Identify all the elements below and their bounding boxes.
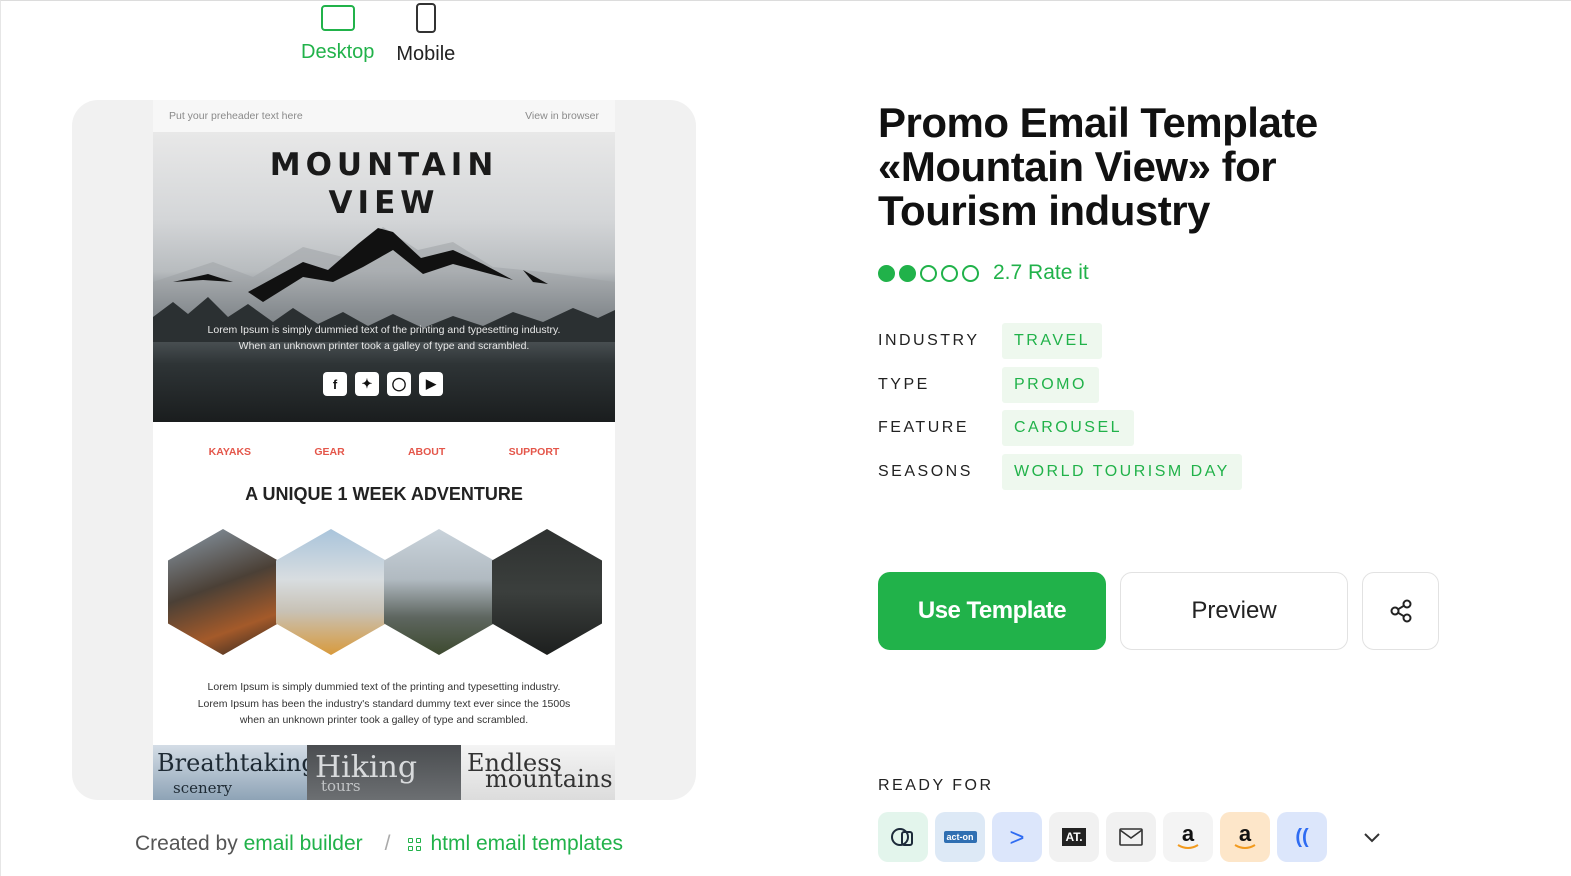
rating-dot-1[interactable] [878, 264, 895, 282]
body-text: Lorem Ipsum is simply dummied text of th… [153, 679, 615, 729]
esp-list: act-on > AT. a a (( [878, 812, 1382, 862]
banner-hiking: Hiking tours [307, 745, 461, 800]
hex-image-mug [492, 529, 602, 655]
hex-image-tent [276, 529, 386, 655]
amazon-ses-text: a [1238, 821, 1252, 846]
property-key: FEATURE [878, 419, 969, 436]
hero-title-line1: MOUNTAIN [269, 147, 499, 183]
created-by-label: Created by [135, 832, 238, 855]
rating-text[interactable]: 2.7 Rate it [993, 261, 1089, 285]
property-tag[interactable]: PROMO [1002, 366, 1099, 403]
at-text: AT. [1062, 828, 1086, 846]
property-seasons: SEASONS WORLD TOURISM DAY [878, 453, 1242, 490]
property-tag[interactable]: TRAVEL [1002, 323, 1103, 359]
act-on-icon[interactable]: act-on [935, 812, 985, 862]
instagram-icon: ◯ [387, 372, 411, 396]
property-key: INDUSTRY [878, 332, 980, 349]
property-tag[interactable]: CAROUSEL [1002, 410, 1135, 446]
title-line2: «Mountain View» for [878, 143, 1277, 190]
property-type: TYPE PROMO [878, 366, 1242, 403]
hero-title-line2: VIEW [328, 185, 440, 221]
signal-icon[interactable]: (( [1277, 812, 1327, 862]
banner-breathtaking: Breathtaking scenery [153, 745, 307, 800]
menu-item-kayaks: KAYAKS [208, 446, 252, 458]
body-line2: Lorem Ipsum has been the industry's stan… [197, 697, 571, 710]
social-icons: f ✦ ◯ ▶ [323, 372, 443, 396]
act-on-text: act-on [943, 831, 977, 843]
banner-2-subtitle: tours [321, 777, 361, 795]
banner-1-subtitle: scenery [173, 779, 233, 797]
property-tag[interactable]: WORLD TOURISM DAY [1002, 453, 1242, 490]
hex-image-hiker [384, 529, 494, 655]
hero-text-line1: Lorem Ipsum is simply dummied text of th… [207, 324, 561, 336]
rating-dot-4[interactable] [941, 264, 958, 282]
hero-text-line2: When an unknown printer took a galley of… [238, 340, 530, 352]
rating-dot-5[interactable] [962, 264, 979, 282]
carousel-banners: Breathtaking scenery Hiking tours Endles… [153, 745, 615, 800]
rating: 2.7 Rate it [878, 261, 1089, 285]
preheader: Put your preheader text here View in bro… [153, 100, 615, 132]
use-template-button[interactable]: Use Template [878, 572, 1106, 650]
desktop-label: Desktop [301, 41, 375, 63]
twitter-icon: ✦ [355, 372, 379, 396]
mail-icon[interactable] [1106, 812, 1156, 862]
actions: Use Template Preview [878, 572, 1439, 650]
chevron-down-icon[interactable] [1362, 827, 1382, 847]
template-preview-card: Put your preheader text here View in bro… [72, 100, 696, 800]
email-preview[interactable]: Put your preheader text here View in bro… [153, 100, 615, 800]
hexagon-gallery [153, 529, 615, 657]
at-icon[interactable]: AT. [1049, 812, 1099, 862]
rating-dot-3[interactable] [920, 264, 937, 282]
share-button[interactable] [1362, 572, 1439, 650]
banner-3-title-line2: mountains [485, 765, 613, 793]
view-switch: Desktop Mobile [301, 1, 455, 66]
mobile-label: Mobile [396, 43, 456, 65]
amazon-icon[interactable]: a [1163, 812, 1213, 862]
banner-endless: Endless mountains [461, 745, 615, 800]
body-line1: Lorem Ipsum is simply dummied text of th… [207, 681, 561, 693]
hero-banner: MOUNTAIN VIEW Lorem Ipsum is simply dumm… [153, 132, 615, 422]
template-properties: INDUSTRY TRAVEL TYPE PROMO FEATURE CAROU… [878, 323, 1242, 497]
mobile-icon [415, 3, 436, 33]
property-key: SEASONS [878, 462, 973, 480]
property-industry: INDUSTRY TRAVEL [878, 323, 1242, 359]
menu-item-support: SUPPORT [508, 446, 560, 458]
email-menu: KAYAKS GEAR ABOUT SUPPORT [153, 446, 615, 458]
title-line3: Tourism industry [878, 187, 1210, 234]
preview-button[interactable]: Preview [1120, 572, 1348, 650]
email-builder-link[interactable]: email builder [244, 832, 363, 856]
view-in-browser-link: View in browser [525, 110, 599, 122]
amazon-ses-icon[interactable]: a [1220, 812, 1270, 862]
share-icon [1390, 599, 1411, 623]
campaign-monitor-icon[interactable] [878, 812, 928, 862]
html-email-templates-link[interactable]: html email templates [430, 832, 623, 856]
amazon-text: a [1181, 821, 1195, 846]
body-line3: when an unknown printer took a galley of… [239, 714, 529, 726]
ready-for-label: READY FOR [878, 777, 994, 794]
preheader-text: Put your preheader text here [169, 110, 303, 122]
hero-text: Lorem Ipsum is simply dummied text of th… [153, 322, 615, 354]
credits: Created by email builder / html email te… [135, 832, 623, 856]
hex-image-campfire [168, 529, 278, 655]
page: Desktop Mobile Put your preheader text h… [0, 0, 1571, 876]
grid-icon [408, 837, 422, 851]
section-title: A UNIQUE 1 WEEK ADVENTURE [245, 484, 523, 504]
rating-dot-2[interactable] [899, 264, 916, 282]
desktop-view-option[interactable]: Desktop [301, 1, 374, 66]
arrow-icon[interactable]: > [992, 812, 1042, 862]
menu-item-about: ABOUT [407, 446, 446, 458]
page-title: Promo Email Template «Mountain View» for… [878, 101, 1348, 233]
property-key: TYPE [878, 375, 930, 393]
hero-title: MOUNTAIN VIEW [153, 146, 615, 222]
title-line1: Promo Email Template [878, 99, 1318, 146]
banner-1-title: Breathtaking [157, 749, 307, 777]
credits-separator: / [384, 832, 391, 855]
facebook-icon: f [323, 372, 347, 396]
desktop-icon [320, 5, 355, 31]
property-feature: FEATURE CAROUSEL [878, 410, 1242, 446]
menu-item-gear: GEAR [314, 446, 345, 458]
mobile-view-option[interactable]: Mobile [396, 1, 455, 66]
youtube-icon: ▶ [419, 372, 443, 396]
